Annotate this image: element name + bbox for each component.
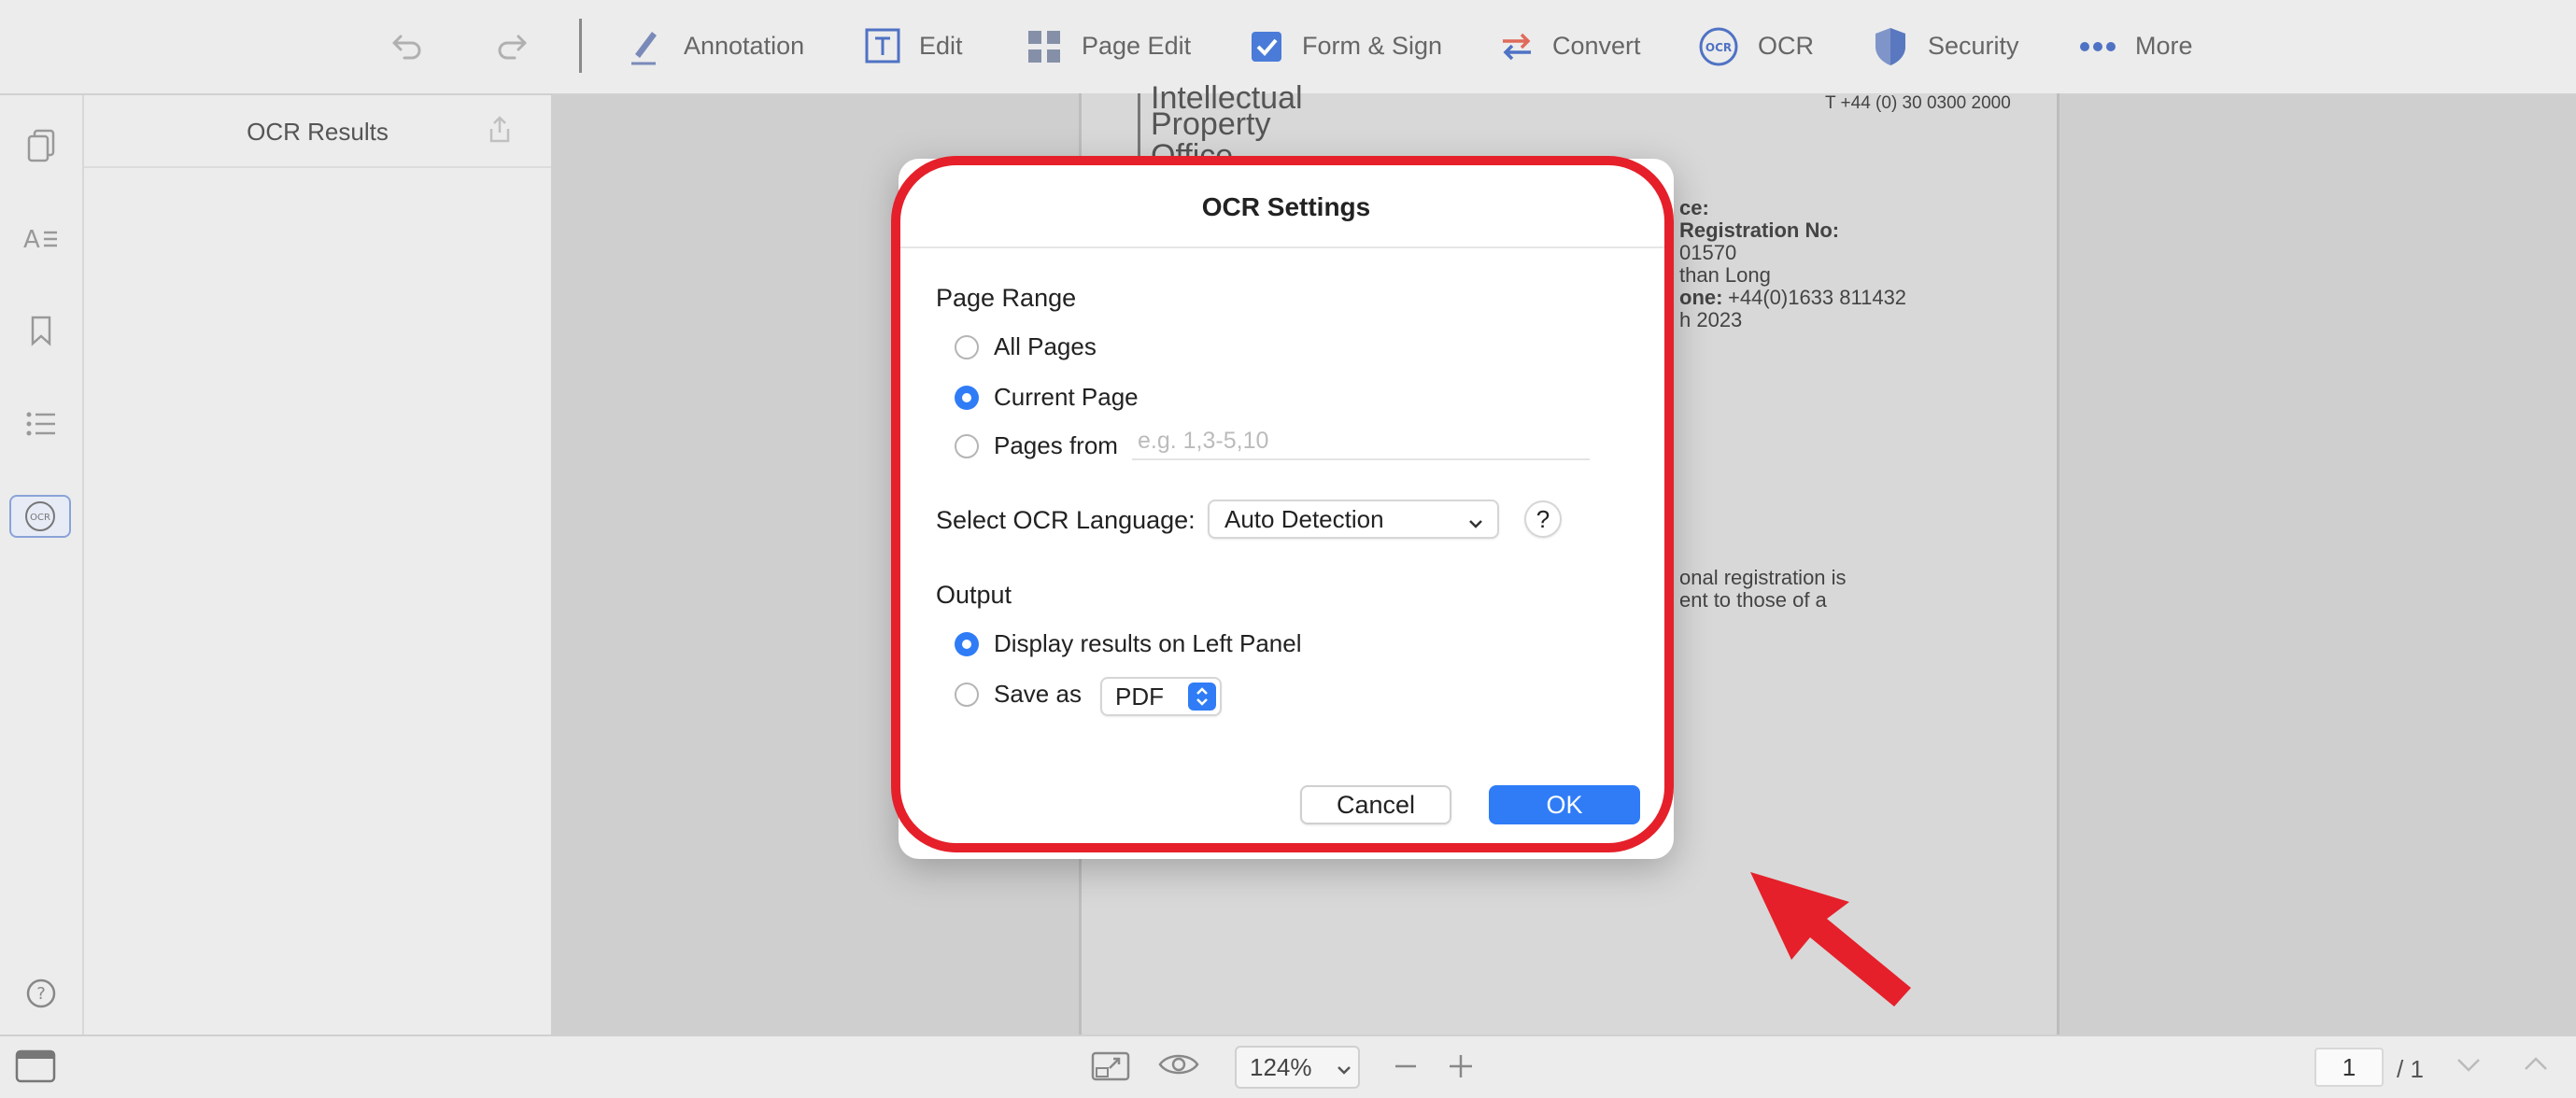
radio-current-page-indicator[interactable] xyxy=(955,385,979,410)
svg-text:OCR: OCR xyxy=(30,513,50,523)
left-rail: A OCR ? xyxy=(0,95,84,1035)
toolbar-edit[interactable]: Edit xyxy=(919,32,963,61)
panel-divider xyxy=(84,166,551,168)
window-icon[interactable] xyxy=(15,1049,56,1083)
toolbar-more[interactable]: More xyxy=(2135,32,2193,61)
zoom-in-icon[interactable] xyxy=(1448,1053,1476,1081)
doc-line-para2: ent to those of a xyxy=(1679,588,1827,612)
redo-icon[interactable] xyxy=(491,26,532,67)
language-help-button[interactable]: ? xyxy=(1524,500,1562,538)
ocr-icon[interactable]: OCR xyxy=(1696,24,1741,69)
toolbar-ocr[interactable]: OCR xyxy=(1758,32,1814,61)
ocr-results-panel: OCR Results xyxy=(84,95,560,1035)
annotation-icon[interactable] xyxy=(622,24,663,69)
ocr-settings-dialog: OCR Settings Page Range All Pages Curren… xyxy=(899,159,1674,859)
toolbar-annotation[interactable]: Annotation xyxy=(684,32,804,61)
page-current: 1 xyxy=(2342,1052,2357,1081)
radio-pages-from[interactable]: Pages from xyxy=(955,431,1118,460)
page-range-input[interactable] xyxy=(1132,423,1590,460)
help-icon[interactable]: ? xyxy=(21,973,62,1014)
dialog-title: OCR Settings xyxy=(1201,192,1371,221)
radio-current-page[interactable]: Current Page xyxy=(955,383,1139,412)
svg-text:A: A xyxy=(23,226,40,253)
svg-text:?: ? xyxy=(36,984,46,1004)
radio-pages-from-indicator[interactable] xyxy=(955,433,979,458)
toolbar-convert[interactable]: Convert xyxy=(1552,32,1641,61)
radio-save-as-indicator[interactable] xyxy=(955,682,979,707)
bottom-bar: 124% 1 / 1 xyxy=(0,1035,2576,1098)
edit-text-icon[interactable] xyxy=(861,24,904,67)
save-format-value: PDF xyxy=(1115,682,1164,711)
radio-current-page-label: Current Page xyxy=(994,383,1139,411)
doc-line-date: h 2023 xyxy=(1679,308,1743,331)
stepper-icon xyxy=(1188,683,1216,711)
doc-line-phone: +44(0)1633 811432 xyxy=(1728,286,1907,309)
export-icon[interactable] xyxy=(488,116,516,146)
radio-all-pages[interactable]: All Pages xyxy=(955,332,1097,361)
page-edit-icon[interactable] xyxy=(1024,26,1065,67)
red-arrow-icon xyxy=(1747,868,1915,1008)
toolbar-form-sign[interactable]: Form & Sign xyxy=(1302,32,1442,61)
prev-page-icon[interactable] xyxy=(2522,1053,2554,1081)
page-range-label: Page Range xyxy=(936,284,1077,312)
shield-icon[interactable] xyxy=(1870,24,1911,69)
zoom-value: 124% xyxy=(1250,1052,1312,1081)
output-label: Output xyxy=(936,581,1012,609)
text-outline-icon[interactable]: A xyxy=(21,218,62,260)
list-icon[interactable] xyxy=(21,403,62,444)
cancel-button[interactable]: Cancel xyxy=(1300,785,1451,824)
pages-icon[interactable] xyxy=(21,125,62,166)
radio-display-left-label: Display results on Left Panel xyxy=(994,629,1302,657)
doc-line-reg: Registration No: xyxy=(1679,218,1840,242)
doc-brand-bar xyxy=(1138,93,1140,159)
dialog-divider xyxy=(899,246,1674,248)
ocr-language-select[interactable]: Auto Detection xyxy=(1208,500,1499,539)
radio-all-pages-indicator[interactable] xyxy=(955,334,979,359)
radio-pages-from-label: Pages from xyxy=(994,431,1118,459)
radio-save-as-label: Save as xyxy=(994,680,1082,708)
doc-phone-top: T +44 (0) 30 0300 2000 xyxy=(1825,93,2011,113)
toolbar-page-edit[interactable]: Page Edit xyxy=(1082,32,1191,61)
fit-page-icon[interactable] xyxy=(1091,1049,1130,1083)
zoom-out-icon[interactable] xyxy=(1394,1055,1422,1077)
form-sign-icon[interactable] xyxy=(1246,26,1287,67)
svg-text:OCR: OCR xyxy=(1706,41,1732,54)
next-page-icon[interactable] xyxy=(2455,1053,2486,1081)
toolbar-separator xyxy=(579,19,582,73)
radio-all-pages-label: All Pages xyxy=(994,332,1097,360)
ok-button[interactable]: OK xyxy=(1489,785,1640,824)
more-dots-icon[interactable] xyxy=(2077,26,2118,67)
zoom-select[interactable]: 124% xyxy=(1235,1046,1360,1089)
radio-save-as[interactable]: Save as xyxy=(955,680,1082,709)
doc-line-num: 01570 xyxy=(1679,241,1737,264)
doc-line-name: than Long xyxy=(1679,263,1771,287)
radio-display-left-indicator[interactable] xyxy=(955,631,979,656)
ocr-panel-icon[interactable]: OCR xyxy=(9,495,71,538)
chevron-down-icon xyxy=(1336,1057,1352,1086)
bookmark-icon[interactable] xyxy=(21,310,62,351)
panel-title: OCR Results xyxy=(247,118,389,146)
toolbar-security[interactable]: Security xyxy=(1928,32,2019,61)
ocr-language-label: Select OCR Language: xyxy=(936,506,1196,534)
doc-line-phone-label: one: xyxy=(1679,286,1723,309)
doc-line-ce: ce: xyxy=(1679,196,1709,219)
page-total: / 1 xyxy=(2397,1055,2424,1083)
page-number-field[interactable]: 1 xyxy=(2314,1048,2384,1087)
ocr-language-value: Auto Detection xyxy=(1224,504,1384,533)
chevron-down-icon xyxy=(1467,511,1484,540)
convert-icon[interactable] xyxy=(1496,26,1537,67)
undo-icon[interactable] xyxy=(387,26,428,67)
eye-icon[interactable] xyxy=(1158,1049,1199,1083)
radio-display-left[interactable]: Display results on Left Panel xyxy=(955,629,1302,658)
doc-line-para1: onal registration is xyxy=(1679,566,1847,589)
save-format-select[interactable]: PDF xyxy=(1100,677,1222,716)
